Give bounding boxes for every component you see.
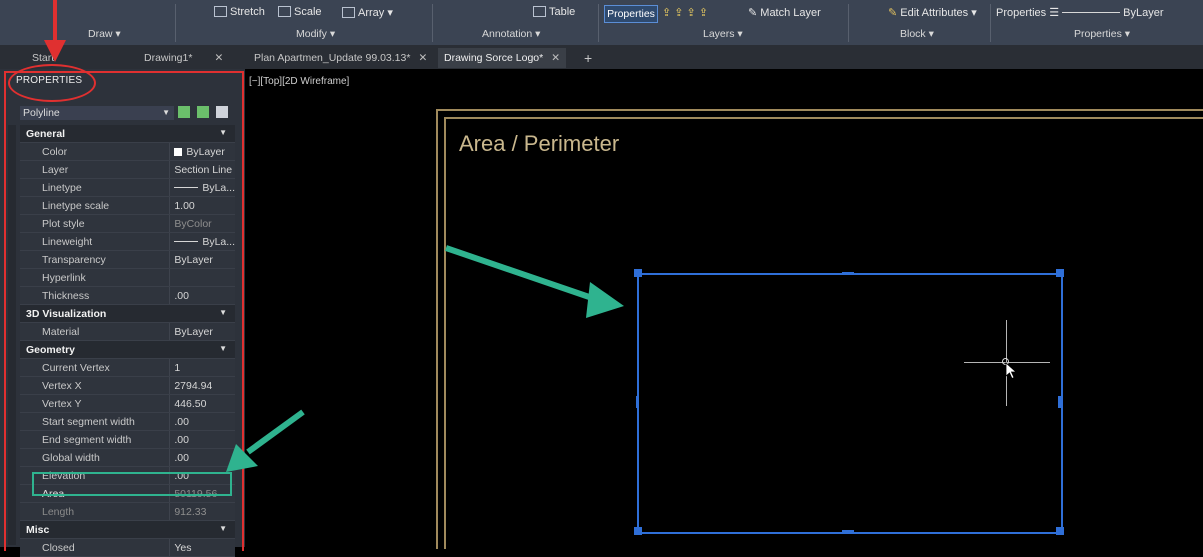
close-icon[interactable]: ✕ xyxy=(551,52,560,64)
section-general[interactable]: General ▼ xyxy=(20,125,235,143)
ribbon: Stretch Scale Array ▾ Table Properties ⇪… xyxy=(0,0,1203,45)
properties-linetype[interactable]: Properties ☰ ByLayer xyxy=(996,6,1163,19)
scale-button[interactable]: Scale xyxy=(278,6,322,18)
prop-row-global-width[interactable]: Global width .00 xyxy=(20,448,235,467)
section-3d-visualization[interactable]: 3D Visualization ▼ xyxy=(20,304,235,323)
vertex-grip[interactable] xyxy=(1056,527,1064,535)
mouse-pointer-icon xyxy=(1005,362,1017,380)
section-geometry[interactable]: Geometry ▼ xyxy=(20,340,235,359)
prop-row-layer[interactable]: Layer Section Line xyxy=(20,160,235,179)
drawing-title: Area / Perimeter xyxy=(459,131,620,156)
prop-row-length[interactable]: Length 912.33 xyxy=(20,502,235,521)
array-icon xyxy=(342,7,355,18)
table-button[interactable]: Table xyxy=(533,6,575,18)
palette-scrollbar[interactable] xyxy=(8,125,16,545)
prop-row-linetype-scale[interactable]: Linetype scale 1.00 xyxy=(20,196,235,215)
close-icon[interactable]: ✕ xyxy=(214,52,223,64)
midpoint-grip[interactable] xyxy=(842,272,854,275)
modify-panel-title[interactable]: Modify ▾ xyxy=(296,28,335,40)
stretch-button[interactable]: Stretch xyxy=(214,6,265,18)
panel-separator xyxy=(175,4,176,42)
selected-polyline[interactable] xyxy=(637,273,1063,534)
layer-properties-button[interactable]: Properties xyxy=(604,5,658,23)
vertex-grip[interactable] xyxy=(1056,269,1064,277)
chevron-down-icon: ▼ xyxy=(219,523,227,533)
prop-row-start-segment-width[interactable]: Start segment width .00 xyxy=(20,412,235,431)
linetype-sample xyxy=(174,186,199,188)
chevron-down-icon: ▼ xyxy=(162,108,170,117)
viewport-controls-label[interactable]: [−][Top][2D Wireframe] xyxy=(249,76,349,87)
prop-row-current-vertex[interactable]: Current Vertex 1 xyxy=(20,358,235,377)
properties-panel-title[interactable]: Properties ▾ xyxy=(1074,28,1130,40)
edit-attributes-icon: ✎ xyxy=(888,7,901,19)
draw-panel-title[interactable]: Draw ▾ xyxy=(88,28,121,40)
vertex-grip[interactable] xyxy=(634,527,642,535)
table-icon xyxy=(533,6,546,17)
vertex-grip[interactable] xyxy=(634,269,642,277)
file-tabs: Start Drawing1* ✕ Plan Apartmen_Update 99… xyxy=(0,45,1203,69)
prop-row-transparency[interactable]: Transparency ByLayer xyxy=(20,250,235,269)
match-layer-button[interactable]: ✎ Match Layer xyxy=(748,6,821,19)
tab-drawing1[interactable]: Drawing1* ✕ xyxy=(138,48,229,68)
lineweight-sample xyxy=(1062,12,1121,13)
properties-header-circle xyxy=(8,64,96,102)
section-misc[interactable]: Misc ▼ xyxy=(20,520,235,539)
toggle-pickadd-icon[interactable] xyxy=(178,106,190,118)
close-icon[interactable]: ✕ xyxy=(418,52,427,64)
panel-separator xyxy=(432,4,433,42)
lineweight-sample xyxy=(174,240,199,242)
prop-row-linetype[interactable]: Linetype ByLa... xyxy=(20,178,235,197)
prop-row-hyperlink[interactable]: Hyperlink xyxy=(20,268,235,287)
chevron-down-icon: ▼ xyxy=(219,127,227,137)
chevron-down-icon: ▼ xyxy=(219,343,227,353)
area-highlight-box xyxy=(32,472,232,496)
array-button[interactable]: Array ▾ xyxy=(342,6,393,19)
object-type-select[interactable]: Polyline ▼ xyxy=(20,106,174,120)
edit-attributes-button[interactable]: ✎ Edit Attributes ▾ xyxy=(888,6,977,19)
prop-row-closed[interactable]: Closed Yes xyxy=(20,538,235,557)
midpoint-grip[interactable] xyxy=(636,396,639,408)
block-panel-title[interactable]: Block ▾ xyxy=(900,28,934,40)
new-tab-button[interactable]: + xyxy=(578,48,598,68)
annotation-panel-title[interactable]: Annotation ▾ xyxy=(482,28,540,40)
midpoint-grip[interactable] xyxy=(842,530,854,533)
prop-row-vertex-y[interactable]: Vertex Y 446.50 xyxy=(20,394,235,413)
prop-row-lineweight[interactable]: Lineweight ByLa... xyxy=(20,232,235,251)
tab-plan-apartmen[interactable]: Plan Apartmen_Update 99.03.13* ✕ xyxy=(248,48,433,68)
tab-drawing-sorce-logo[interactable]: Drawing Sorce Logo* ✕ xyxy=(438,48,567,68)
layer-tools-icons[interactable]: ⇪ ⇪ ⇪ ⇪ xyxy=(662,6,708,19)
prop-row-vertex-x[interactable]: Vertex X 2794.94 xyxy=(20,376,235,395)
layers-panel-title[interactable]: Layers ▾ xyxy=(703,28,743,40)
select-objects-icon[interactable] xyxy=(197,106,210,118)
match-layer-icon: ✎ xyxy=(748,7,761,19)
prop-row-color[interactable]: Color ByLayer xyxy=(20,142,235,161)
panel-separator xyxy=(848,4,849,42)
scale-icon xyxy=(278,6,291,17)
panel-separator xyxy=(598,4,599,42)
prop-row-plot-style[interactable]: Plot style ByColor xyxy=(20,214,235,233)
prop-row-end-segment-width[interactable]: End segment width .00 xyxy=(20,430,235,449)
prop-row-thickness[interactable]: Thickness .00 xyxy=(20,286,235,305)
panel-separator xyxy=(990,4,991,42)
color-swatch xyxy=(174,147,183,156)
stretch-icon xyxy=(214,6,227,17)
chevron-down-icon: ▼ xyxy=(219,307,227,317)
quick-select-icon[interactable] xyxy=(216,106,229,118)
midpoint-grip[interactable] xyxy=(1058,396,1061,408)
selection-tools xyxy=(178,106,232,121)
prop-row-material[interactable]: Material ByLayer xyxy=(20,322,235,341)
